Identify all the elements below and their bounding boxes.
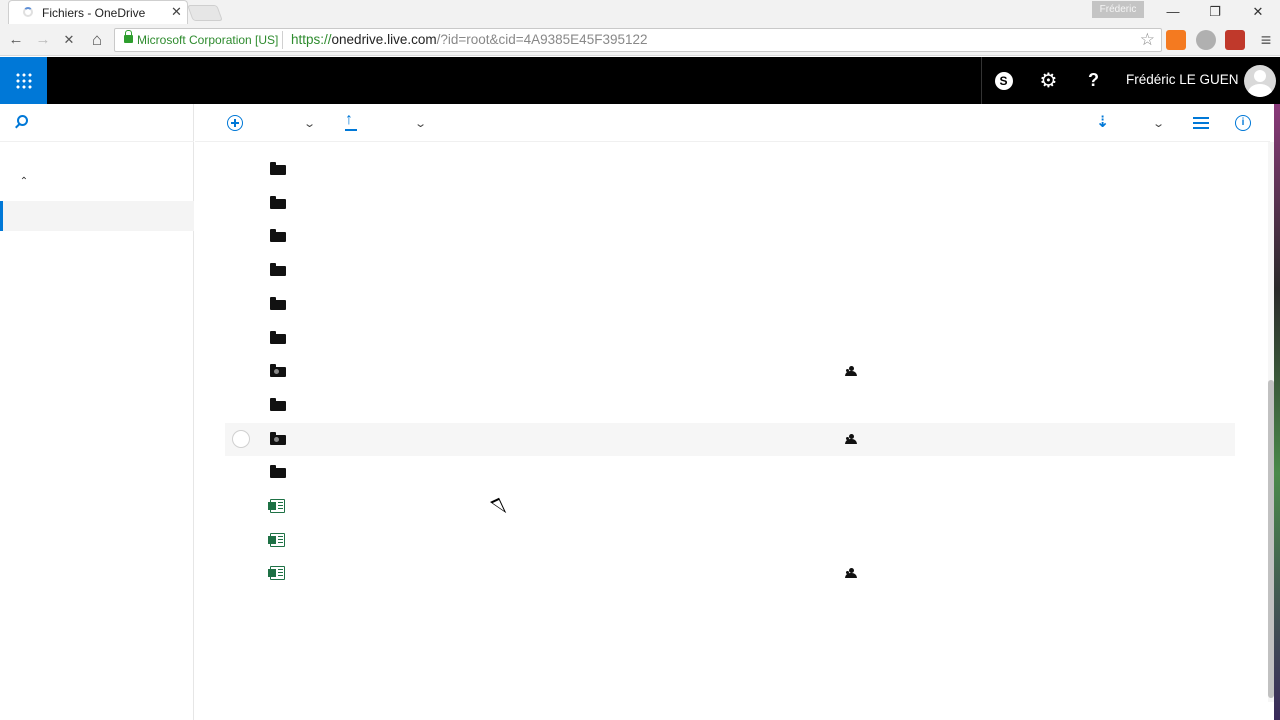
lock-icon <box>124 30 133 43</box>
extension-skype-icon[interactable] <box>1196 30 1216 50</box>
avatar[interactable] <box>1244 65 1276 97</box>
file-row[interactable] <box>225 355 1235 388</box>
sort-icon: ⇣ <box>1096 114 1110 131</box>
browser-menu-icon[interactable]: ≡ <box>1255 29 1277 51</box>
help-icon: ? <box>1088 70 1099 90</box>
url-scheme: https:// <box>291 32 332 47</box>
home-button[interactable]: ⌂ <box>86 29 108 51</box>
close-window-button[interactable]: ✕ <box>1243 2 1273 22</box>
folder-icon <box>270 331 286 344</box>
chevron-down-icon: ⌄ <box>1152 118 1166 130</box>
file-row[interactable] <box>225 254 1235 287</box>
search-input[interactable] <box>0 104 194 142</box>
forward-button[interactable]: → <box>32 29 54 51</box>
folder-icon <box>270 398 286 411</box>
minimize-button[interactable]: — <box>1158 2 1188 22</box>
user-name[interactable]: Frédéric LE GUEN <box>1126 72 1239 87</box>
shared-people-icon <box>844 366 858 376</box>
back-button[interactable]: ← <box>5 29 27 51</box>
ev-certificate-label: Microsoft Corporation [US] <box>137 33 279 47</box>
shared-people-icon <box>844 568 858 578</box>
file-row[interactable] <box>225 220 1235 253</box>
file-row[interactable] <box>225 153 1235 186</box>
shared-folder-icon <box>270 364 286 377</box>
browser-tab-strip: Fichiers - OneDrive ✕ Fréderic — ❐ ✕ <box>0 0 1280 24</box>
new-button[interactable] <box>227 115 243 137</box>
sort-dropdown-button[interactable]: ⌄ <box>1152 114 1166 136</box>
nav-item-files-selected[interactable] <box>0 201 194 231</box>
file-row[interactable] <box>225 322 1235 355</box>
stop-button[interactable]: ✕ <box>58 29 80 51</box>
shared-folder-icon <box>270 432 286 445</box>
excel-file-icon <box>268 566 285 580</box>
skype-button[interactable]: S <box>981 57 1026 104</box>
waffle-icon <box>15 72 32 89</box>
url-text[interactable]: https://onedrive.live.com/?id=root&cid=4… <box>291 32 648 47</box>
info-icon: i <box>1235 115 1251 131</box>
shared-people-icon <box>844 434 858 444</box>
folder-icon <box>270 229 286 242</box>
folder-icon <box>270 162 286 175</box>
view-list-button[interactable] <box>1193 117 1209 139</box>
list-view-icon <box>1193 117 1209 129</box>
file-row[interactable] <box>225 288 1235 321</box>
tab-title: Fichiers - OneDrive <box>42 6 146 20</box>
collapse-nav-icon[interactable]: ⌃ <box>16 176 32 192</box>
extension-chart-icon[interactable] <box>1166 30 1186 50</box>
help-button[interactable]: ? <box>1071 57 1116 104</box>
address-bar[interactable]: Microsoft Corporation [US] https://onedr… <box>114 28 1162 52</box>
file-row[interactable] <box>225 389 1235 422</box>
url-host: onedrive.live.com <box>331 32 437 47</box>
ev-certificate-badge[interactable]: Microsoft Corporation [US] <box>119 30 284 49</box>
file-list <box>225 153 1235 593</box>
command-bar: ⌄ ⌄ ⇣ ⌄ i <box>195 104 1270 142</box>
browser-tab-onedrive[interactable]: Fichiers - OneDrive ✕ <box>8 0 188 24</box>
file-row[interactable] <box>225 557 1235 590</box>
browser-profile-button[interactable]: Fréderic <box>1092 1 1144 18</box>
excel-file-icon <box>268 499 285 513</box>
new-dropdown-button[interactable]: ⌄ <box>303 114 317 136</box>
upload-button[interactable] <box>345 111 359 137</box>
file-row[interactable] <box>225 524 1235 557</box>
settings-button[interactable]: ⚙ <box>1026 57 1071 104</box>
folder-icon <box>270 465 286 478</box>
tab-close-icon[interactable]: ✕ <box>171 4 182 20</box>
restore-button[interactable]: ❐ <box>1200 2 1230 22</box>
sort-button[interactable]: ⇣ <box>1096 112 1109 134</box>
browser-toolbar: ← → ✕ ⌂ Microsoft Corporation [US] https… <box>0 24 1280 56</box>
file-row[interactable] <box>225 456 1235 489</box>
app-launcher-button[interactable] <box>0 57 47 104</box>
file-row[interactable] <box>225 423 1235 456</box>
plus-circle-icon <box>227 115 243 131</box>
url-path: /?id=root&cid=4A9385E45F395122 <box>436 32 648 47</box>
upload-icon <box>345 111 359 131</box>
gear-icon: ⚙ <box>1039 70 1058 92</box>
suite-bar: S ⚙ ? Frédéric LE GUEN <box>0 57 1280 104</box>
chevron-down-icon: ⌄ <box>414 118 428 130</box>
chevron-down-icon: ⌄ <box>303 118 317 130</box>
excel-file-icon <box>268 533 285 547</box>
folder-icon <box>270 263 286 276</box>
upload-dropdown-button[interactable]: ⌄ <box>414 114 428 136</box>
search-icon <box>17 115 28 126</box>
new-tab-button[interactable] <box>187 5 223 21</box>
skype-icon: S <box>994 71 1013 90</box>
row-select-checkbox[interactable] <box>232 430 250 448</box>
extension-badge-icon[interactable] <box>1225 30 1245 50</box>
folder-icon <box>270 297 286 310</box>
file-row[interactable] <box>225 490 1235 523</box>
details-pane-button[interactable]: i <box>1235 115 1251 137</box>
bookmark-star-icon[interactable]: ☆ <box>1140 30 1155 50</box>
screen-edge-artifact <box>1274 104 1280 720</box>
left-nav-pane: ⌃ <box>0 104 194 720</box>
file-row[interactable] <box>225 187 1235 220</box>
folder-icon <box>270 196 286 209</box>
loading-spinner-icon <box>23 7 33 17</box>
